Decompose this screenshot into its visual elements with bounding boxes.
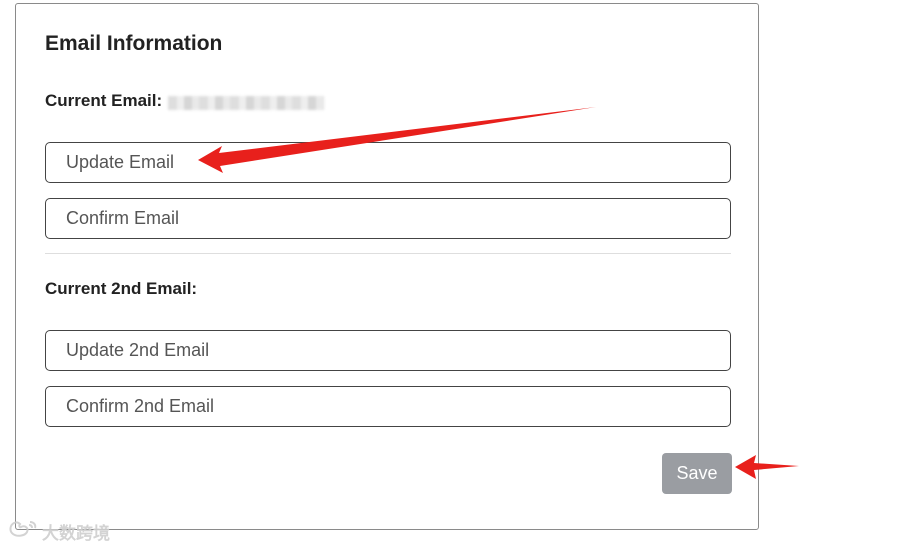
- current-2nd-email-label: Current 2nd Email:: [45, 279, 198, 298]
- watermark-text: 大数跨境: [42, 524, 110, 543]
- section-divider: [45, 253, 731, 254]
- current-email-value-redacted: [168, 96, 324, 110]
- update-email-input[interactable]: [45, 142, 731, 183]
- watermark: 大数跨境: [8, 519, 110, 544]
- update-2nd-email-input[interactable]: [45, 330, 731, 371]
- save-button[interactable]: Save: [662, 453, 732, 494]
- section-title: Email Information: [45, 32, 223, 55]
- current-email-label: Current Email:: [45, 91, 163, 110]
- page: Email Information Current Email: Current…: [0, 0, 903, 549]
- weibo-logo-icon: [8, 519, 38, 544]
- email-information-card: Email Information Current Email: Current…: [15, 3, 759, 530]
- confirm-2nd-email-input[interactable]: [45, 386, 731, 427]
- confirm-email-input[interactable]: [45, 198, 731, 239]
